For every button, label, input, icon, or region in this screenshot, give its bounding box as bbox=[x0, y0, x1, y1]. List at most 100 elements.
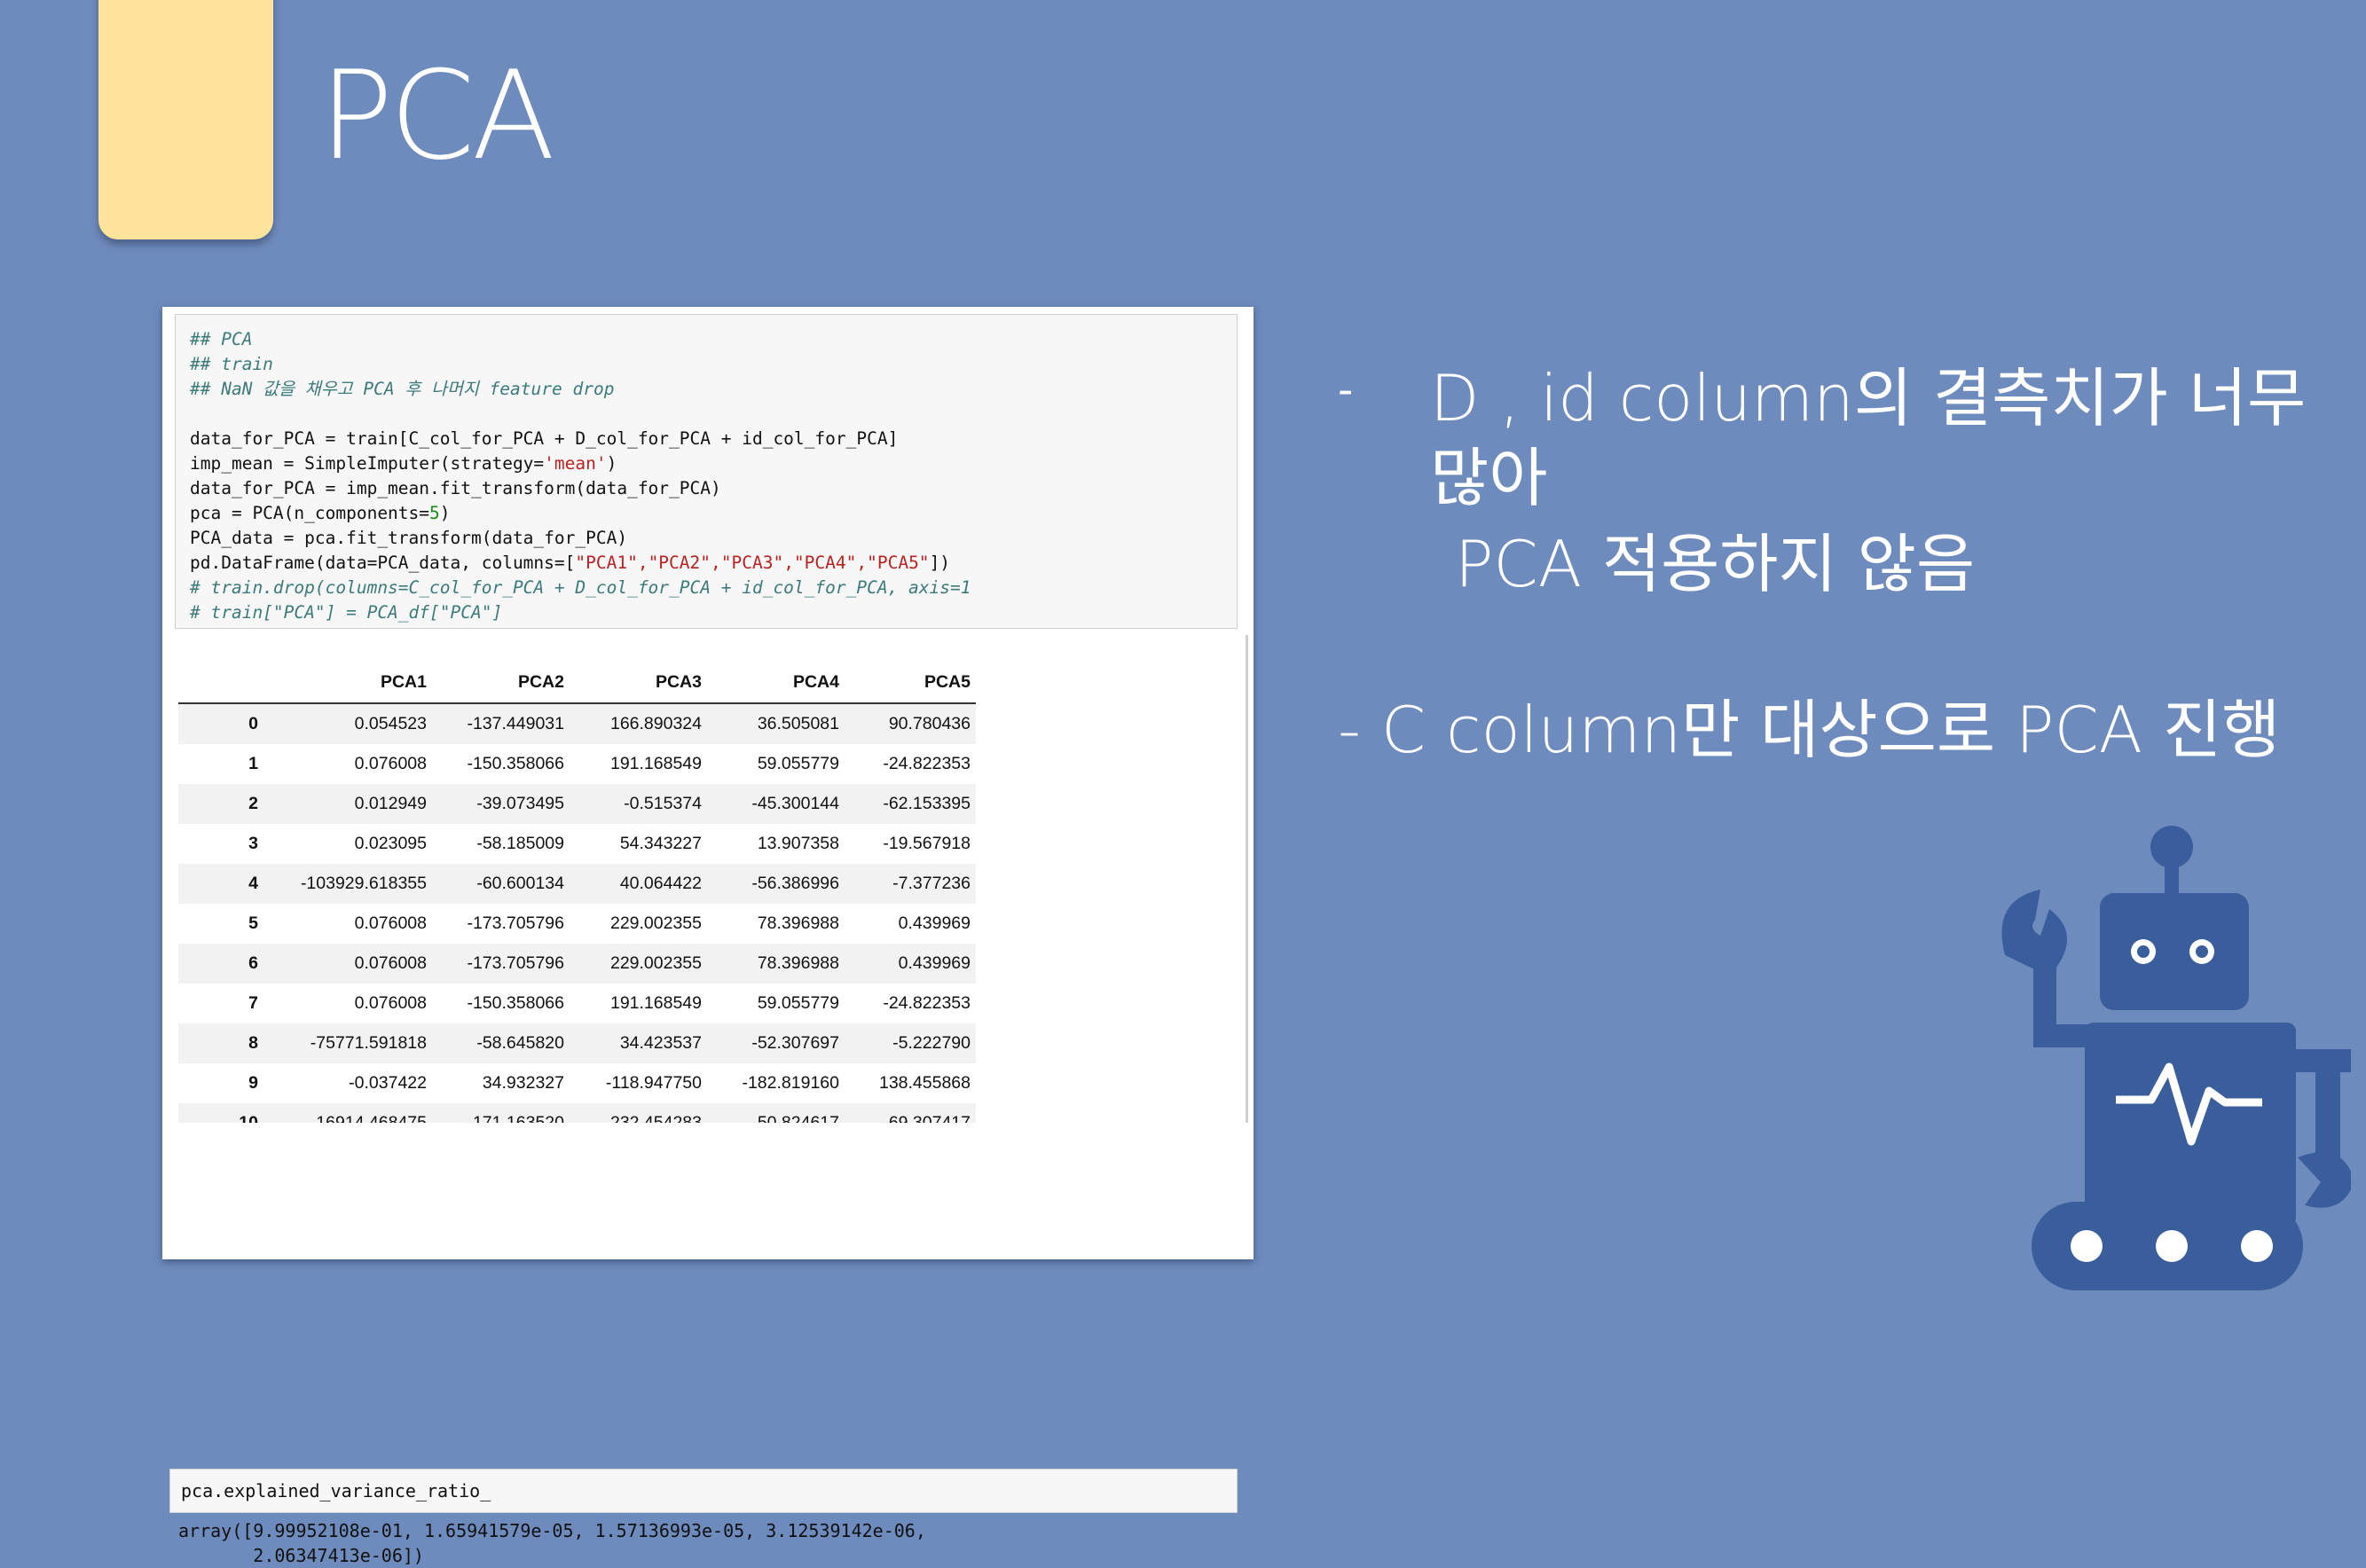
code-line: data_for_PCA = imp_mean.fit_transform(da… bbox=[190, 478, 721, 498]
table-row: 8 -75771.591818 -58.645820 34.423537 -52.307… bbox=[178, 1023, 976, 1063]
bullet-text: 많아 bbox=[1430, 441, 1548, 515]
table-cell: -52.307697 bbox=[751, 1033, 839, 1053]
table-cell: -39.073495 bbox=[476, 794, 564, 813]
accent-tab bbox=[98, 0, 273, 239]
code-number: 5 bbox=[429, 503, 440, 523]
row-index: 8 bbox=[248, 1033, 258, 1053]
table-cell: 40.064422 bbox=[619, 874, 702, 893]
code-line: data_for_PCA = train[C_col_for_PCA + D_c… bbox=[190, 428, 899, 449]
table-cell: -56.386996 bbox=[751, 874, 839, 893]
table-cell: -171.163520 bbox=[467, 1113, 564, 1123]
bullet-text: PCA 적용하지 않음 bbox=[1455, 527, 1976, 601]
table-cell: 0.076008 bbox=[354, 913, 427, 933]
table-cell: 0.054523 bbox=[354, 714, 427, 733]
table-cell: 59.055779 bbox=[757, 754, 839, 773]
table-cell: 191.168549 bbox=[609, 993, 702, 1013]
table-cell: 59.055779 bbox=[757, 993, 839, 1013]
table-cell: 0.076008 bbox=[354, 993, 427, 1013]
bullet-text: D , id column의 결측치가 너무 bbox=[1430, 361, 2307, 435]
code-comment: ## PCA bbox=[190, 329, 253, 349]
code-text: imp_mean = SimpleImputer(strategy= bbox=[190, 453, 545, 474]
table-row: 9 -0.037422 34.932327 -118.947750 -182.81916… bbox=[178, 1063, 976, 1103]
row-index: 1 bbox=[248, 754, 258, 773]
slide-title: PCA bbox=[319, 44, 555, 187]
table-cell: 229.002355 bbox=[609, 913, 702, 933]
table-cell: -0.037422 bbox=[349, 1073, 427, 1093]
row-index: 2 bbox=[248, 794, 258, 813]
table-body: 0 0.054523 -137.449031 166.890324 36.505081 9… bbox=[178, 703, 976, 1123]
row-index: 0 bbox=[248, 714, 258, 733]
table-row: 1 0.076008 -150.358066 191.168549 59.055779 -… bbox=[178, 744, 976, 784]
column-header: PCA1 bbox=[258, 662, 427, 704]
table-cell: 229.002355 bbox=[609, 953, 702, 973]
table-cell: 232.454283 bbox=[609, 1113, 702, 1123]
column-header: PCA4 bbox=[702, 662, 839, 704]
table-cell: -45.300144 bbox=[751, 794, 839, 813]
code-cell[interactable]: pca.explained_variance_ratio_ bbox=[169, 1469, 1238, 1513]
table-cell: 166.890324 bbox=[609, 714, 702, 733]
code-text: pd.DataFrame(data=PCA_data, columns=[ bbox=[190, 553, 576, 573]
table-cell: -62.153395 bbox=[883, 794, 971, 813]
row-index: 6 bbox=[248, 953, 258, 973]
table-cell: 0.439969 bbox=[898, 953, 971, 973]
bullet-dash: - bbox=[1338, 365, 1354, 415]
table-cell: -0.515374 bbox=[624, 794, 702, 813]
row-index: 7 bbox=[248, 993, 258, 1013]
table-cell: 34.932327 bbox=[482, 1073, 564, 1093]
notebook-screenshot: ## PCA ## train ## NaN 값을 채우고 PCA 후 나머지 … bbox=[162, 307, 1254, 1566]
table-cell: 78.396988 bbox=[757, 913, 839, 933]
code-comment: # train.drop(columns=C_col_for_PCA + D_c… bbox=[190, 577, 971, 598]
code-cell[interactable]: ## PCA ## train ## NaN 값을 채우고 PCA 후 나머지 … bbox=[175, 314, 1238, 629]
table-cell: 16914.468475 bbox=[316, 1113, 427, 1123]
table-cell: 34.423537 bbox=[619, 1033, 702, 1053]
table-cell: -150.358066 bbox=[467, 754, 564, 773]
table-row: 6 0.076008 -173.705796 229.002355 78.396988 0… bbox=[178, 944, 976, 984]
table-row: 0 0.054523 -137.449031 166.890324 36.505081 9… bbox=[178, 703, 976, 744]
row-index: 10 bbox=[239, 1113, 258, 1123]
table-cell: -24.822353 bbox=[883, 754, 971, 773]
code-line: imp_mean = SimpleImputer(strategy='mean'… bbox=[190, 451, 1237, 476]
table-cell: -7.377236 bbox=[892, 874, 971, 893]
table-row: 7 0.076008 -150.358066 191.168549 59.055779 -… bbox=[178, 984, 976, 1023]
table-cell: -60.600134 bbox=[476, 874, 564, 893]
row-index: 3 bbox=[248, 834, 258, 853]
table-cell: -5.222790 bbox=[892, 1033, 971, 1053]
table-cell: 138.455868 bbox=[878, 1073, 971, 1093]
table-cell: -50.824617 bbox=[751, 1113, 839, 1123]
column-header: PCA5 bbox=[839, 662, 976, 704]
column-header: PCA3 bbox=[564, 662, 702, 704]
code-string: "PCA1","PCA2","PCA3","PCA4","PCA5" bbox=[575, 553, 930, 573]
table-cell: -137.449031 bbox=[467, 714, 564, 733]
table-cell: 0.076008 bbox=[354, 953, 427, 973]
dataframe-scroll-area[interactable]: PCA1 PCA2 PCA3 PCA4 PCA5 0 0.054523 -137.4… bbox=[162, 635, 1248, 1123]
column-header bbox=[178, 662, 258, 704]
table-row: 2 0.012949 -39.073495 -0.515374 -45.300144 -6… bbox=[178, 784, 976, 824]
table-cell: 0.023095 bbox=[354, 834, 427, 853]
table-cell: 0.439969 bbox=[898, 913, 971, 933]
table-cell: -58.645820 bbox=[476, 1033, 564, 1053]
code-text: ) bbox=[606, 453, 617, 474]
code-comment: ## train bbox=[190, 354, 273, 374]
code-text: ]) bbox=[929, 553, 951, 573]
table-row: 5 0.076008 -173.705796 229.002355 78.396988 0… bbox=[178, 904, 976, 944]
table-cell: 191.168549 bbox=[609, 754, 702, 773]
table-cell: -19.567918 bbox=[883, 834, 971, 853]
code-comment: ## NaN 값을 채우고 PCA 후 나머지 feature drop bbox=[190, 379, 615, 399]
code-line: pca = PCA(n_components=5) bbox=[190, 501, 1237, 526]
table-cell: -118.947750 bbox=[605, 1073, 702, 1093]
table-row: 10 16914.468475 -171.163520 232.454283 -50.8… bbox=[178, 1103, 976, 1123]
code-comment: # train["PCA"] = PCA_df["PCA"] bbox=[190, 602, 503, 623]
table-cell: -173.705796 bbox=[467, 953, 564, 973]
code-text: ) bbox=[439, 503, 451, 523]
cell-output: PCA1 PCA2 PCA3 PCA4 PCA5 0 0.054523 -137.4… bbox=[162, 631, 1248, 1566]
code-string: 'mean' bbox=[544, 453, 607, 474]
table-cell: 36.505081 bbox=[757, 714, 839, 733]
row-index: 5 bbox=[248, 913, 258, 933]
column-header: PCA2 bbox=[427, 662, 564, 704]
table-cell: 13.907358 bbox=[757, 834, 839, 853]
row-index: 9 bbox=[248, 1073, 258, 1093]
code-text: pca = PCA(n_components= bbox=[190, 503, 430, 523]
table-cell: 90.780436 bbox=[888, 714, 971, 733]
table-cell: -103929.618355 bbox=[300, 874, 427, 893]
